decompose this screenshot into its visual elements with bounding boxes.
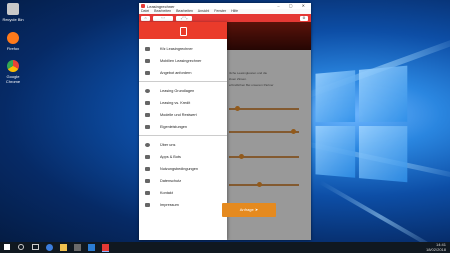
search-icon[interactable] [18,244,24,250]
request-button-label: Anfrage [239,207,254,212]
cart-icon [145,71,150,75]
drawer-item-kontakt[interactable]: Kontakt [139,188,227,198]
desktop-icon-label: Recycle Bin [2,17,24,22]
apps-icon [145,155,150,159]
drawer-item-label: Modelle und Restwert [160,113,197,117]
recycle-bin-icon [7,3,19,15]
start-button[interactable] [4,244,10,250]
chrome-icon [7,60,19,72]
drawer-item-label: Leasing Grundlagen [160,89,195,93]
drawer-item-datenschutz[interactable]: Datenschutz [139,176,227,186]
clock-icon [145,89,150,93]
desktop-icon-chrome[interactable]: Google Chrome [2,60,24,84]
list-icon [145,113,150,117]
mail-icon[interactable] [88,244,95,251]
drawer-item-mobilien-leasingrechner[interactable]: Mobilien Leasingrechner [139,56,227,66]
phone-icon [180,27,187,36]
drawer-item-label: Datenschutz [160,179,182,183]
truck-icon [145,59,150,63]
drawer-item-angebot-anfordern[interactable]: Angebot anfordern [139,68,227,78]
drawer-header [139,22,227,39]
info-icon [145,143,150,147]
drawer-item-label: Über uns [160,143,176,147]
drawer-item-leasing-vs-kredit[interactable]: Leasing vs. Kredit [139,98,227,108]
drawer-item-label: Kfz Leasingrechner [160,47,193,51]
drawer-item-modelle-und-restwert[interactable]: Modelle und Restwert [139,110,227,120]
drawer-item-apps-bots[interactable]: Apps & Bots [139,152,227,162]
request-button[interactable]: Anfrage ➤ [222,203,276,217]
drawer-item-label: Angebot anfordern [160,71,192,75]
drawer-item-label: Impressum [160,203,179,207]
drawer-item-label: Leasing vs. Kredit [160,101,191,105]
card-icon [145,125,150,129]
drawer-item-impressum[interactable]: Impressum [139,200,227,210]
desktop-icon-recycle-bin[interactable]: Recycle Bin [2,3,24,22]
document-icon [145,167,150,171]
taskbar: 14:41 18/02/2018 [0,242,450,253]
drawer-divider [139,135,227,136]
drawer-item-ueber-uns[interactable]: Über uns [139,140,227,150]
task-view-icon[interactable] [32,244,39,250]
drawer-item-eigenleistungen[interactable]: Eigenleistungen [139,122,227,132]
drawer-item-label: Apps & Bots [160,155,181,159]
drawer-item-leasing-grundlagen[interactable]: Leasing Grundlagen [139,86,227,96]
firefox-icon [7,32,19,44]
store-icon[interactable] [74,244,81,251]
car-icon [145,47,150,51]
drawer-item-nutzungsbedingungen[interactable]: Nutzungsbedingungen [139,164,227,174]
lock-icon [145,179,150,183]
drawer-item-label: Mobilien Leasingrechner [160,59,202,63]
drawer-divider [139,81,227,82]
desktop-icon-label: Google Chrome [5,74,21,84]
trend-icon [145,101,150,105]
leasingrechner-taskbar-icon[interactable] [102,244,109,252]
mail-icon [145,191,150,195]
navigation-drawer: Kfz Leasingrechner Mobilien Leasingrechn… [139,22,227,240]
explorer-icon[interactable] [60,244,67,251]
drawer-item-label: Eigenleistungen [160,125,188,129]
drawer-item-label: Kontakt [160,191,173,195]
desktop-icon-label: Firefox [6,46,20,51]
windows-logo [315,65,408,185]
desktop-icon-firefox[interactable]: Firefox [2,32,24,51]
clock-date: 18/02/2018 [425,246,446,252]
drawer-item-label: Nutzungsbedingungen [160,167,199,171]
building-icon [145,203,150,207]
edge-icon[interactable] [46,244,53,251]
system-tray[interactable]: 14:41 18/02/2018 [425,242,446,252]
drawer-item-kfz-leasingrechner[interactable]: Kfz Leasingrechner [139,44,227,54]
